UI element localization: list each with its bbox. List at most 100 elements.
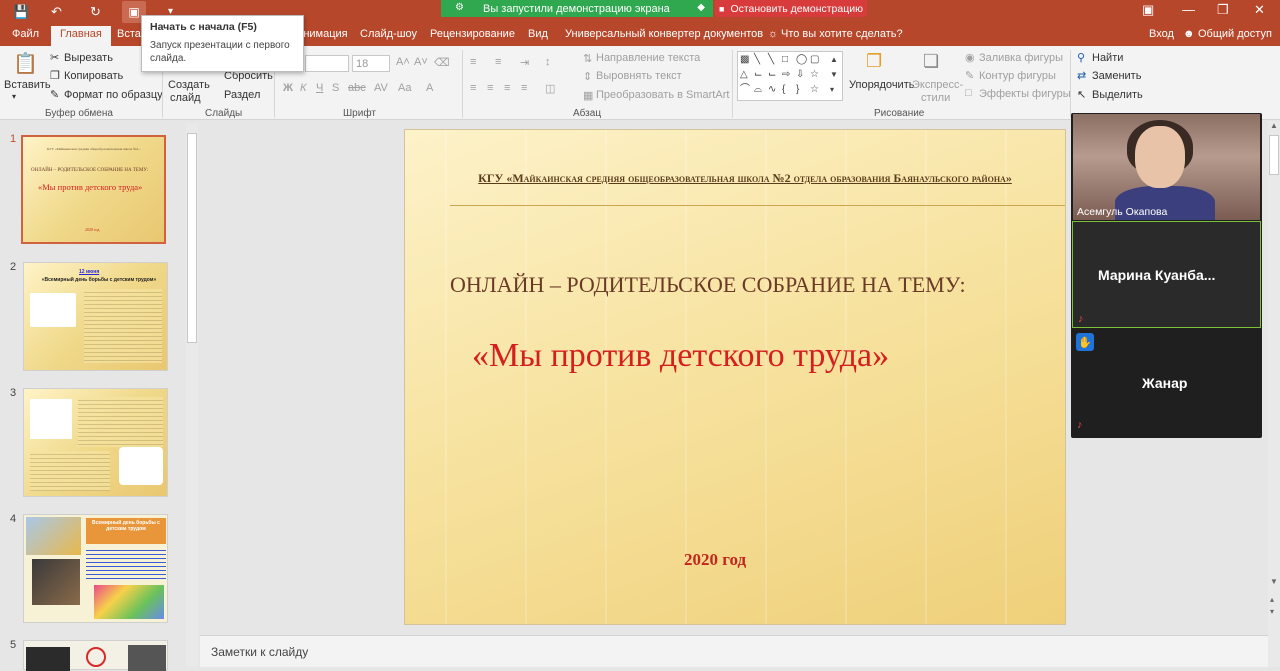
undo-icon[interactable]: ↶	[51, 3, 62, 21]
star-shape-icon[interactable]: ☆	[810, 69, 821, 80]
line-spacing-icon[interactable]: ↕	[545, 56, 551, 68]
previous-slide-icon[interactable]: ▴	[1270, 595, 1274, 604]
numbering-icon[interactable]: ≡	[495, 56, 501, 68]
indent-icon[interactable]: ⇥	[520, 56, 529, 69]
scroll-down-icon[interactable]: ▼	[1270, 577, 1278, 586]
oval-shape-icon[interactable]: ◯	[796, 54, 807, 65]
elbow-shape-icon[interactable]: ⌙	[754, 69, 765, 80]
new-slide-button-line2[interactable]: слайд	[170, 92, 201, 104]
ribbon-display-icon[interactable]: ▣	[1142, 2, 1154, 18]
spacing-icon[interactable]: AV	[374, 82, 388, 94]
tab-slideshow[interactable]: Слайд-шоу	[360, 28, 417, 40]
close-icon[interactable]: ✕	[1254, 2, 1265, 18]
quick-styles-button[interactable]: Экспресс-	[912, 79, 963, 91]
tell-me-search[interactable]: Что вы хотите сделать?	[781, 28, 903, 40]
stop-share-button[interactable]: ■ Остановить демонстрацию	[715, 0, 867, 17]
justify-icon[interactable]: ≡	[521, 82, 527, 94]
rectangle-shape-icon[interactable]: □	[782, 54, 793, 65]
curve-shape-icon[interactable]: ∿	[768, 84, 779, 95]
curve-shape-icon[interactable]: ⌓	[754, 84, 765, 95]
strikethrough-icon[interactable]: abc	[348, 82, 366, 94]
thumbnail-scrollbar-thumb[interactable]	[187, 133, 197, 343]
font-color-icon[interactable]: A	[426, 82, 433, 94]
slide-school-name[interactable]: КГУ «Майкаинская средняя общеобразовател…	[445, 171, 1045, 186]
triangle-shape-icon[interactable]: △	[740, 69, 751, 80]
clear-format-icon[interactable]: ⌫	[434, 56, 450, 69]
bullets-icon[interactable]: ≡	[470, 56, 476, 68]
current-slide[interactable]: КГУ «Майкаинская средняя общеобразовател…	[404, 129, 1066, 625]
gallery-up-icon[interactable]: ▲	[830, 54, 841, 65]
notes-pane[interactable]: Заметки к слайду	[200, 635, 1268, 667]
font-name-combo[interactable]	[305, 55, 349, 72]
tab-home[interactable]: Главная	[51, 26, 111, 46]
copy-button[interactable]: Копировать	[64, 70, 123, 82]
rounded-rect-shape-icon[interactable]: ▢	[810, 54, 821, 65]
bold-icon[interactable]: Ж	[283, 82, 293, 94]
underline-icon[interactable]: Ч	[316, 82, 323, 94]
replace-button[interactable]: Заменить	[1092, 70, 1141, 82]
quick-styles-button-line2[interactable]: стили	[921, 92, 950, 104]
align-center-icon[interactable]: ≡	[487, 82, 493, 94]
shapes-gallery[interactable]: ▩ ╲ ╲ □ ◯ ▢ △ ⌙ ⌙ ⇨ ⇩ ☆ ⌒ ⌓ ∿ { } ☆ ▲ ▼ …	[737, 51, 843, 101]
restore-icon[interactable]: ❐	[1217, 2, 1229, 18]
columns-icon[interactable]: ◫	[545, 82, 555, 95]
section-button[interactable]: Раздел	[224, 89, 260, 101]
minimize-icon[interactable]: —	[1182, 2, 1195, 17]
line-shape-icon[interactable]: ╲	[768, 54, 779, 65]
save-icon[interactable]: 💾	[13, 3, 29, 21]
slide-thumbnail-2[interactable]: 12 июня «Всемирный день борьбы с детским…	[23, 262, 168, 371]
tab-file[interactable]: Файл	[12, 28, 39, 40]
sign-in-link[interactable]: Вход	[1149, 28, 1174, 40]
slide-thumbnail-3[interactable]	[23, 388, 168, 497]
text-direction-button[interactable]: Направление текста	[596, 52, 700, 64]
arrow-right-shape-icon[interactable]: ⇨	[782, 69, 793, 80]
paste-button[interactable]: Вставить	[4, 79, 51, 91]
star-shape-icon[interactable]: ☆	[810, 84, 821, 95]
paste-dropdown-icon[interactable]: ▾	[12, 92, 16, 101]
slide-year[interactable]: 2020 год	[684, 550, 746, 570]
redo-icon[interactable]: ↻	[90, 3, 101, 21]
next-slide-icon[interactable]: ▾	[1270, 607, 1274, 616]
gallery-down-icon[interactable]: ▼	[830, 69, 841, 80]
arrange-button[interactable]: Упорядочить	[849, 79, 914, 91]
slide-title[interactable]: «Мы против детского труда»	[472, 337, 889, 375]
participant-tile-3[interactable]: Жанар ♪	[1072, 330, 1261, 437]
smartart-button[interactable]: Преобразовать в SmartArt	[596, 89, 729, 101]
slide-thumbnail-5[interactable]	[23, 640, 168, 671]
arrow-down-shape-icon[interactable]: ⇩	[796, 69, 807, 80]
font-size-combo[interactable]: 18	[352, 55, 390, 72]
shadow-icon[interactable]: S	[332, 82, 339, 94]
align-left-icon[interactable]: ≡	[470, 82, 476, 94]
align-text-button[interactable]: Выровнять текст	[596, 70, 682, 82]
change-case-icon[interactable]: Aa	[398, 82, 411, 94]
slide-scrollbar-thumb[interactable]	[1269, 135, 1279, 175]
slide-thumbnail-1[interactable]: КГУ «Майкаинская средняя общеобразовател…	[21, 135, 166, 244]
elbow-shape-icon[interactable]: ⌙	[768, 69, 779, 80]
increase-font-icon[interactable]: A˄	[396, 56, 410, 68]
participant-tile-2[interactable]: Марина Куанба... ♪	[1072, 221, 1261, 328]
tab-review[interactable]: Рецензирование	[430, 28, 515, 40]
new-slide-button[interactable]: Создать	[168, 79, 210, 91]
find-button[interactable]: Найти	[1092, 52, 1123, 64]
shape-effects-button[interactable]: Эффекты фигуры	[979, 88, 1071, 100]
italic-icon[interactable]: К	[300, 82, 306, 94]
shape-outline-button[interactable]: Контур фигуры	[979, 70, 1056, 82]
scroll-up-icon[interactable]: ▲	[1270, 121, 1278, 130]
gallery-more-icon[interactable]: ▾	[830, 84, 841, 95]
slide-thumbnail-4[interactable]: Всемирный день борьбы с детским трудом	[23, 514, 168, 623]
textbox-shape-icon[interactable]: ▩	[740, 54, 751, 65]
share-button[interactable]: Общий доступ	[1198, 28, 1272, 40]
select-button[interactable]: Выделить	[1092, 89, 1143, 101]
align-right-icon[interactable]: ≡	[504, 82, 510, 94]
cut-button[interactable]: Вырезать	[64, 52, 113, 64]
tab-view[interactable]: Вид	[528, 28, 548, 40]
participant-video-1[interactable]: Асемгуль Окапова	[1073, 114, 1260, 220]
brace-shape-icon[interactable]: }	[796, 84, 807, 95]
tab-converter[interactable]: Универсальный конвертер документов	[565, 28, 763, 40]
slide-heading[interactable]: ОНЛАЙН – РОДИТЕЛЬСКОЕ СОБРАНИЕ НА ТЕМУ:	[450, 272, 1065, 298]
paste-icon[interactable]: 📋	[13, 51, 38, 76]
line-shape-icon[interactable]: ╲	[754, 54, 765, 65]
format-painter-button[interactable]: Формат по образцу	[64, 89, 163, 101]
brace-shape-icon[interactable]: {	[782, 84, 793, 95]
curve-shape-icon[interactable]: ⌒	[740, 84, 751, 95]
